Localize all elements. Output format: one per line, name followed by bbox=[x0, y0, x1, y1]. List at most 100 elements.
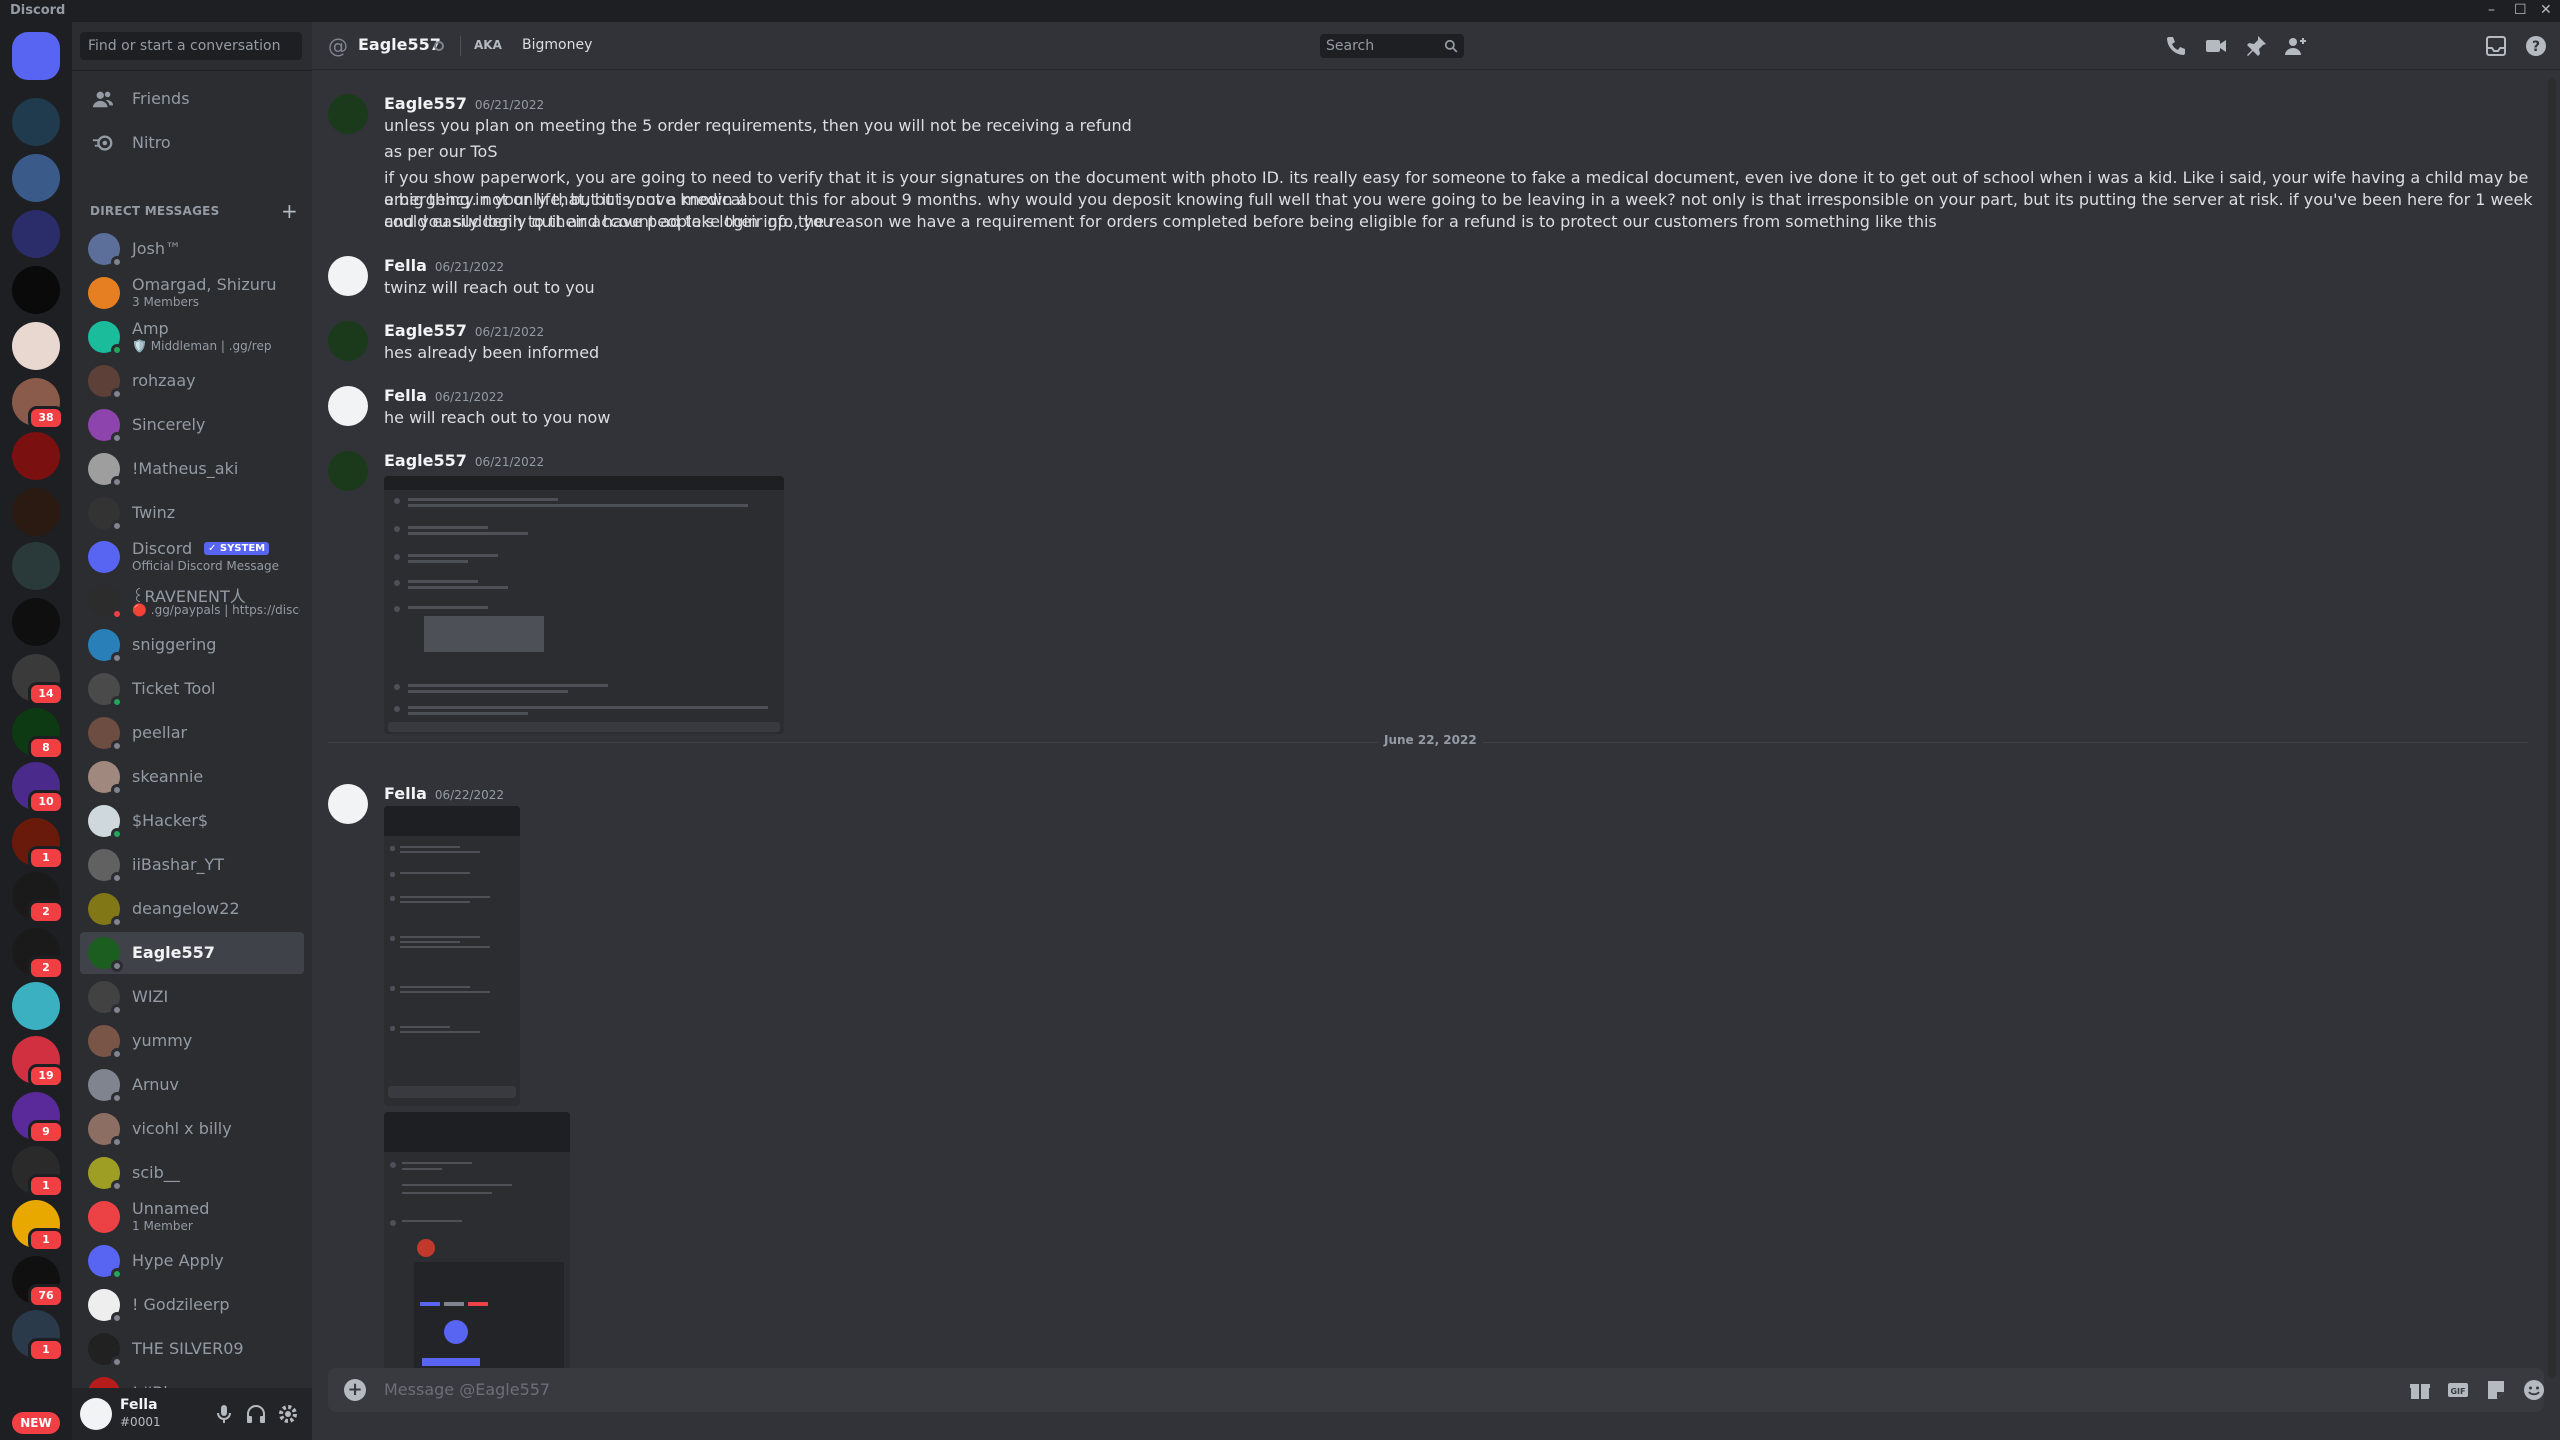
server-icon-button[interactable]: 1 bbox=[12, 818, 64, 870]
add-friend-icon[interactable] bbox=[2284, 34, 2308, 58]
chat-title[interactable]: Eagle557 bbox=[358, 35, 441, 54]
dm-item[interactable]: peellar bbox=[80, 712, 304, 754]
server-icon-button[interactable]: 10 bbox=[12, 762, 64, 814]
server-icon-button[interactable]: 1 bbox=[12, 1146, 64, 1198]
author-name[interactable]: Fella bbox=[384, 386, 427, 405]
server-icon-button[interactable]: 2 bbox=[12, 928, 64, 980]
server-icon-button[interactable]: 9 bbox=[12, 1092, 64, 1144]
dm-item[interactable]: Amp 🛡️ Middleman | .gg/rep bbox=[80, 316, 304, 358]
author-name[interactable]: Eagle557 bbox=[384, 451, 467, 470]
server-icon-button[interactable]: 1 bbox=[12, 1310, 64, 1362]
status-indicator bbox=[111, 256, 123, 268]
dm-item[interactable]: Omargad, Shizuru 3 Members bbox=[80, 272, 304, 314]
status-indicator bbox=[111, 960, 123, 972]
emoji-icon[interactable] bbox=[2522, 1378, 2546, 1402]
message-input[interactable]: Message @Eagle557 bbox=[384, 1380, 550, 1399]
dm-item[interactable]: iiBashar_YT bbox=[80, 844, 304, 886]
dm-item[interactable]: Hype Apply bbox=[80, 1240, 304, 1282]
dm-item[interactable]: $Hacker$ bbox=[80, 800, 304, 842]
dm-item[interactable]: Ticket Tool bbox=[80, 668, 304, 710]
phone-call-icon[interactable] bbox=[2164, 34, 2188, 58]
author-avatar[interactable] bbox=[328, 451, 368, 491]
video-call-icon[interactable] bbox=[2204, 34, 2228, 58]
dm-item[interactable]: Discord ✓ SYSTEM Official Discord Message bbox=[80, 536, 304, 578]
nav-friends[interactable]: Friends bbox=[80, 78, 304, 120]
dm-item[interactable]: skeannie bbox=[80, 756, 304, 798]
server-icon-button[interactable]: 19 bbox=[12, 1036, 64, 1088]
author-avatar[interactable] bbox=[328, 386, 368, 426]
minimize-button[interactable]: – bbox=[2488, 2, 2495, 18]
server-icon-button[interactable] bbox=[12, 432, 60, 480]
dm-item[interactable]: Arnuv bbox=[80, 1064, 304, 1106]
dm-item[interactable]: sniggering bbox=[80, 624, 304, 666]
message-scrollbar[interactable] bbox=[2548, 78, 2556, 1378]
dm-item[interactable]: deangelow22 bbox=[80, 888, 304, 930]
dm-name: WIZI bbox=[132, 987, 169, 1006]
server-icon-button[interactable] bbox=[12, 488, 60, 536]
gif-icon[interactable]: GIF bbox=[2446, 1378, 2470, 1402]
headphones-icon[interactable] bbox=[244, 1402, 268, 1426]
close-button[interactable]: ✕ bbox=[2540, 2, 2552, 18]
add-attachment-button[interactable]: + bbox=[344, 1379, 366, 1401]
find-conversation-button[interactable]: Find or start a conversation bbox=[80, 32, 302, 60]
dm-item[interactable]: WIZI bbox=[80, 976, 304, 1018]
message-composer[interactable]: + Message @Eagle557 GIF bbox=[328, 1368, 2544, 1412]
author-avatar[interactable] bbox=[328, 321, 368, 361]
server-icon-button[interactable]: 2 bbox=[12, 872, 64, 924]
dm-item[interactable]: Eagle557 bbox=[80, 932, 304, 974]
server-icon-button[interactable] bbox=[12, 322, 60, 370]
dm-item[interactable]: scib__ bbox=[80, 1152, 304, 1194]
author-avatar[interactable] bbox=[328, 94, 368, 134]
server-icon-button[interactable] bbox=[12, 542, 60, 590]
dm-item[interactable]: Unnamed 1 Member bbox=[80, 1196, 304, 1238]
help-icon[interactable]: ? bbox=[2524, 34, 2548, 58]
server-icon-button[interactable] bbox=[12, 598, 60, 646]
author-avatar[interactable] bbox=[328, 256, 368, 296]
header-search-input[interactable]: Search bbox=[1320, 34, 1464, 58]
author-avatar[interactable] bbox=[328, 784, 368, 824]
server-icon-button[interactable]: 38 bbox=[12, 378, 64, 430]
microphone-icon[interactable] bbox=[212, 1402, 236, 1426]
dm-item[interactable]: ! Godzileerp bbox=[80, 1284, 304, 1326]
new-unreads-pill[interactable]: NEW bbox=[12, 1412, 60, 1434]
maximize-button[interactable]: ☐ bbox=[2514, 2, 2527, 18]
server-icon-button[interactable] bbox=[12, 982, 60, 1030]
dm-item[interactable]: Sincerely bbox=[80, 404, 304, 446]
dm-item[interactable]: rohzaay bbox=[80, 360, 304, 402]
create-dm-button[interactable]: + bbox=[281, 199, 298, 223]
server-icon-button[interactable]: 8 bbox=[12, 708, 64, 760]
image-attachment[interactable] bbox=[384, 1112, 570, 1392]
message-text: hes already been informed bbox=[384, 343, 600, 362]
author-name[interactable]: Eagle557 bbox=[384, 94, 467, 113]
home-button[interactable] bbox=[12, 32, 60, 80]
server-icon-button[interactable]: 1 bbox=[12, 1200, 64, 1252]
settings-gear-icon[interactable] bbox=[276, 1402, 300, 1426]
sticker-icon[interactable] bbox=[2484, 1378, 2508, 1402]
server-icon-button[interactable] bbox=[12, 154, 60, 202]
dm-item[interactable]: yummy bbox=[80, 1020, 304, 1062]
inbox-icon[interactable] bbox=[2484, 34, 2508, 58]
gift-icon[interactable] bbox=[2408, 1378, 2432, 1402]
search-icon bbox=[1444, 39, 1458, 53]
dm-item[interactable]: !Matheus_aki bbox=[80, 448, 304, 490]
server-icon-button[interactable]: 14 bbox=[12, 654, 64, 706]
image-attachment[interactable] bbox=[384, 476, 784, 734]
author-name[interactable]: Fella bbox=[384, 256, 427, 275]
dm-name: deangelow22 bbox=[132, 899, 240, 918]
dm-item[interactable]: vicohl x billy bbox=[80, 1108, 304, 1150]
server-icon-button[interactable]: 76 bbox=[12, 1256, 64, 1308]
server-icon-button[interactable] bbox=[12, 98, 60, 146]
nav-nitro[interactable]: Nitro bbox=[80, 122, 304, 164]
dm-item[interactable]: Josh™ bbox=[80, 228, 304, 270]
server-icon-button[interactable] bbox=[12, 210, 60, 258]
dm-item[interactable]: THE SILVER09 bbox=[80, 1328, 304, 1370]
image-attachment[interactable] bbox=[384, 806, 520, 1106]
author-name[interactable]: Eagle557 bbox=[384, 321, 467, 340]
pin-icon[interactable] bbox=[2244, 34, 2268, 58]
mention-badge: 14 bbox=[28, 682, 64, 706]
author-name[interactable]: Fella bbox=[384, 784, 427, 803]
server-icon-button[interactable] bbox=[12, 266, 60, 314]
dm-item[interactable]: Twinz bbox=[80, 492, 304, 534]
user-avatar[interactable] bbox=[80, 1398, 112, 1430]
dm-item[interactable]: ꒰RAVENENT人🔴 .gg/paypals | https://discor… bbox=[80, 580, 304, 622]
